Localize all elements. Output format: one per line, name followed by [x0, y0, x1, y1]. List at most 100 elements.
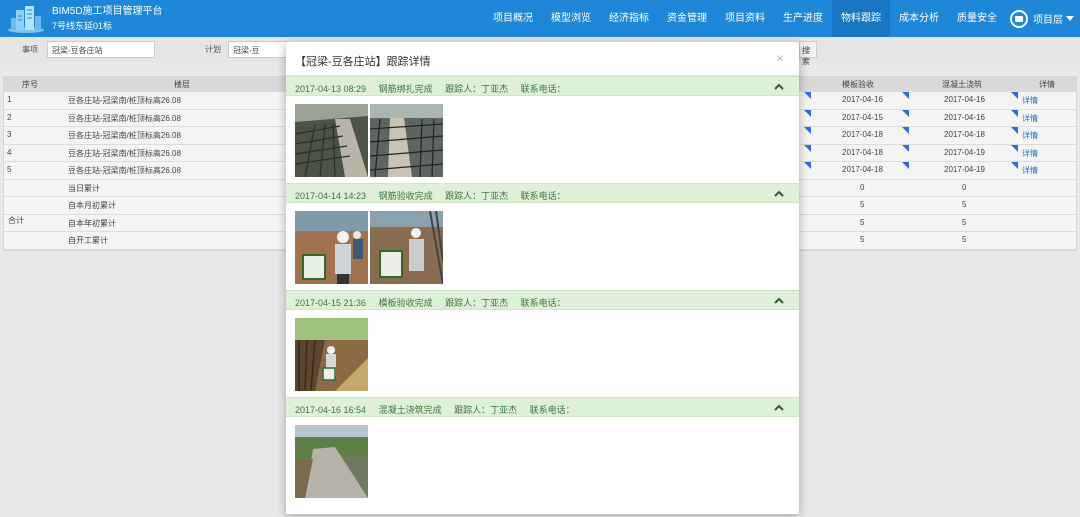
tracking-status: 钢筋验收完成	[378, 191, 433, 201]
summary-formwork: 5	[860, 217, 865, 227]
tracking-section-info: 2017-04-16 16:54 混凝土浇筑完成 跟踪人：丁亚杰 联系电话：	[295, 403, 585, 416]
summary-name: 自本年初累计	[68, 218, 116, 228]
close-icon[interactable]: ×	[776, 50, 784, 66]
row-index: 3	[7, 130, 12, 139]
app-title: BIM5D施工项目管理平台	[52, 5, 163, 17]
nav-item-documents[interactable]: 项目资料	[716, 0, 774, 37]
corner-marker-icon	[804, 92, 811, 99]
project-level-menu[interactable]: 项目层	[1006, 9, 1080, 28]
tracking-status: 模板验收完成	[378, 298, 433, 308]
row-concrete-date: 2017-04-19	[944, 165, 985, 174]
tracking-section-header[interactable]: 2017-04-15 21:36 模板验收完成 跟踪人：丁亚杰 联系电话：	[286, 290, 799, 310]
rebar-photo[interactable]	[295, 104, 368, 177]
corner-marker-icon	[804, 162, 811, 169]
formwork-photo[interactable]	[295, 318, 368, 391]
col-header-floor: 楼层	[174, 80, 190, 89]
corner-marker-icon	[1011, 92, 1018, 99]
detail-link[interactable]: 详情	[1022, 113, 1038, 124]
corner-marker-icon	[1011, 144, 1018, 152]
tracking-section-header[interactable]: 2017-04-14 14:23 钢筋验收完成 跟踪人：丁亚杰 联系电话：	[286, 183, 799, 203]
monitor-icon	[1010, 9, 1028, 28]
row-concrete-date: 2017-04-19	[944, 147, 985, 157]
photo-strip	[286, 203, 799, 290]
corner-marker-icon	[1011, 127, 1018, 134]
summary-label: 合计	[8, 216, 24, 225]
tracking-phone: 联系电话：	[520, 298, 566, 308]
corner-marker-icon	[902, 127, 909, 134]
tracking-datetime: 2017-04-14 14:23	[295, 191, 367, 201]
row-formwork-date: 2017-04-18	[842, 130, 883, 139]
chevron-up-icon[interactable]	[774, 82, 784, 92]
inspection-photo[interactable]	[370, 211, 443, 284]
concrete-photo[interactable]	[295, 425, 368, 498]
detail-link[interactable]: 详情	[1022, 148, 1038, 159]
nav-item-funds[interactable]: 资金管理	[658, 0, 716, 37]
tracking-tracker: 跟踪人：丁亚杰	[445, 298, 509, 308]
detail-link[interactable]: 详情	[1022, 130, 1038, 141]
brand: BIM5D施工项目管理平台 7号线东延01标	[52, 5, 163, 33]
tracking-tracker: 跟踪人：丁亚杰	[445, 84, 509, 94]
tracking-phone: 联系电话：	[520, 84, 566, 94]
corner-marker-icon	[1011, 162, 1018, 169]
chevron-up-icon[interactable]	[774, 296, 784, 306]
corner-marker-icon	[804, 109, 811, 117]
item-filter-label: 事项	[22, 45, 38, 54]
summary-concrete: 0	[962, 182, 967, 192]
tracking-datetime: 2017-04-13 08:29	[295, 84, 367, 94]
row-name: 豆各庄站-冠梁南/桩顶标高26.08	[68, 96, 181, 105]
plan-filter-select[interactable]: 冠梁-豆	[228, 41, 288, 58]
corner-marker-icon	[902, 162, 909, 169]
item-filter-select[interactable]: 冠梁-豆各庄站	[47, 41, 155, 58]
corner-marker-icon	[902, 92, 909, 99]
photo-strip	[286, 310, 799, 397]
corner-marker-icon	[902, 144, 909, 152]
col-header-index: 序号	[22, 80, 38, 89]
nav-item-overview[interactable]: 项目概况	[484, 0, 542, 37]
tracking-tracker: 跟踪人：丁亚杰	[454, 405, 518, 415]
tracking-datetime: 2017-04-16 16:54	[295, 405, 367, 415]
row-name: 豆各庄站-冠梁南/桩顶标高26.08	[68, 148, 181, 158]
tracking-section-info: 2017-04-13 08:29 钢筋绑扎完成 跟踪人：丁亚杰 联系电话：	[295, 82, 576, 95]
nav-item-material-tracking[interactable]: 物料跟踪	[832, 0, 890, 37]
tracking-phone: 联系电话：	[529, 405, 575, 415]
summary-formwork: 5	[860, 200, 865, 209]
inspection-photo[interactable]	[295, 211, 368, 284]
rebar-photo[interactable]	[370, 104, 443, 177]
corner-marker-icon	[1011, 109, 1018, 117]
row-index: 2	[7, 112, 12, 122]
summary-concrete: 5	[962, 200, 967, 209]
tracking-section-header[interactable]: 2017-04-13 08:29 钢筋绑扎完成 跟踪人：丁亚杰 联系电话：	[286, 76, 799, 96]
detail-link[interactable]: 详情	[1022, 165, 1038, 176]
corner-marker-icon	[804, 127, 811, 134]
summary-formwork: 0	[860, 182, 865, 192]
tracking-section-info: 2017-04-15 21:36 模板验收完成 跟踪人：丁亚杰 联系电话：	[295, 296, 576, 309]
row-name: 豆各庄站-冠梁南/桩顶标高26.08	[68, 113, 181, 123]
summary-formwork: 5	[860, 235, 865, 244]
project-level-label: 项目层	[1033, 15, 1063, 26]
row-concrete-date: 2017-04-18	[944, 130, 985, 139]
chevron-up-icon[interactable]	[774, 403, 784, 413]
row-formwork-date: 2017-04-15	[842, 112, 883, 122]
chevron-up-icon[interactable]	[774, 189, 784, 199]
detail-link[interactable]: 详情	[1022, 95, 1038, 106]
nav-item-cost[interactable]: 成本分析	[890, 0, 948, 37]
tracking-section-header[interactable]: 2017-04-16 16:54 混凝土浇筑完成 跟踪人：丁亚杰 联系电话：	[286, 397, 799, 417]
project-subtitle: 7号线东延01标	[52, 20, 113, 31]
building-logo-icon	[6, 4, 46, 34]
nav-item-progress[interactable]: 生产进度	[774, 0, 832, 37]
row-name: 豆各庄站-冠梁南/桩顶标高26.08	[68, 166, 181, 175]
row-formwork-date: 2017-04-18	[842, 165, 883, 174]
nav-item-model[interactable]: 模型浏览	[542, 0, 600, 37]
row-index: 5	[7, 165, 12, 174]
nav-item-economics[interactable]: 经济指标	[600, 0, 658, 37]
plan-filter-label: 计划	[205, 45, 221, 54]
row-formwork-date: 2017-04-18	[842, 147, 883, 157]
tracking-status: 钢筋绑扎完成	[378, 84, 433, 94]
summary-name: 自本月初累计	[68, 201, 116, 210]
tracking-detail-modal: 【冠梁-豆各庄站】跟踪详情 × 2017-04-13 08:29 钢筋绑扎完成 …	[286, 42, 799, 514]
search-button[interactable]: 搜索	[799, 41, 817, 66]
caret-down-icon	[1066, 15, 1074, 21]
nav-item-quality-safety[interactable]: 质量安全	[948, 0, 1006, 37]
row-index: 1	[7, 95, 12, 104]
summary-name: 当日累计	[68, 183, 100, 193]
